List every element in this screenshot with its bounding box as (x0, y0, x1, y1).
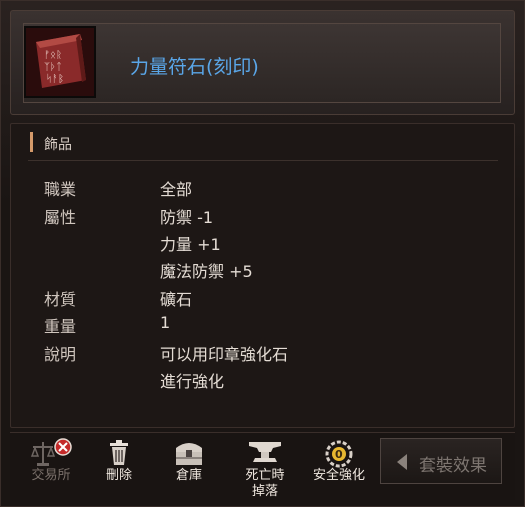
class-value: 全部 (160, 180, 193, 199)
trade-button[interactable]: 交易所 (20, 436, 82, 496)
storage-label: 倉庫 (175, 468, 202, 483)
material-value: 礦石 (160, 290, 193, 309)
safe-enhance-label: 安全強化 (312, 468, 365, 483)
scale-disabled-icon (29, 438, 73, 472)
death-drop-button[interactable]: 死亡時 掉落 (234, 436, 296, 499)
svg-text:ᛋᚨᛒ: ᛋᚨᛒ (46, 73, 64, 85)
divider (28, 160, 498, 161)
material-label: 材質 (44, 290, 77, 309)
weight-label: 重量 (44, 317, 77, 336)
weight-value: 1 (160, 313, 171, 332)
anvil-icon (245, 438, 285, 472)
item-info-panel (10, 123, 515, 428)
safe-enhance-button[interactable]: 0 安全強化 (306, 436, 372, 496)
item-category: 飾品 (44, 137, 72, 153)
death-drop-label-line1: 死亡時 (245, 468, 285, 483)
death-drop-label: 死亡時 掉落 (234, 468, 296, 500)
arrow-left-icon (397, 454, 407, 470)
chest-icon (172, 438, 206, 472)
description-label: 說明 (44, 345, 77, 364)
attribute-value: 防禦 -1 (160, 208, 214, 227)
attribute-value: 力量 +1 (160, 235, 221, 254)
trash-icon (104, 438, 134, 472)
delete-label: 刪除 (105, 468, 132, 483)
set-effect-label: 套裝效果 (419, 456, 487, 476)
svg-text:ᚠᛟᚱ: ᚠᛟᚱ (44, 50, 62, 61)
set-effect-button[interactable]: 套裝效果 (380, 438, 502, 484)
category-marker (30, 132, 33, 152)
svg-text:0: 0 (335, 448, 343, 461)
attribute-label: 屬性 (44, 208, 77, 227)
storage-button[interactable]: 倉庫 (158, 436, 220, 496)
rune-stone-icon: ᚠᛟᚱ ᛉᚦᛏ ᛋᚨᛒ (24, 26, 96, 98)
description-value: 可以用印章強化石 (160, 345, 289, 364)
item-name: 力量符石(刻印) (130, 56, 259, 78)
svg-text:ᛉᚦᛏ: ᛉᚦᛏ (44, 62, 62, 73)
description-value: 進行強化 (160, 372, 225, 391)
death-drop-label-line2: 掉落 (251, 484, 278, 499)
enhance-gauge-icon: 0 (322, 438, 356, 472)
attribute-value: 魔法防禦 +5 (160, 262, 253, 281)
delete-button[interactable]: 刪除 (88, 436, 150, 496)
trade-label: 交易所 (31, 468, 71, 483)
class-label: 職業 (44, 180, 77, 199)
